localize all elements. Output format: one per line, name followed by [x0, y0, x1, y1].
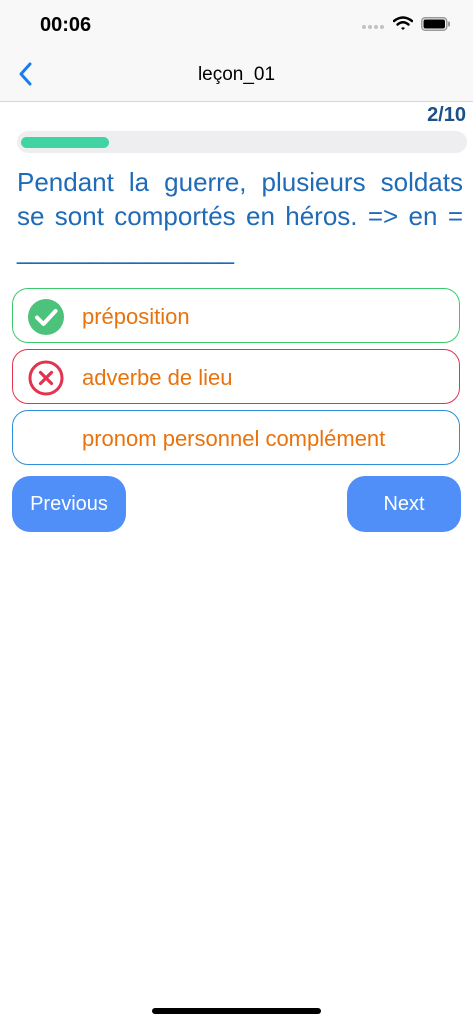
answer-label: adverbe de lieu	[82, 365, 233, 390]
status-time: 00:06	[40, 14, 92, 36]
question-counter: 2/10	[427, 104, 466, 126]
status-bar: 00:06	[0, 0, 473, 50]
wifi-icon	[392, 16, 414, 36]
page-title: leçon_01	[197, 64, 276, 85]
check-circle-icon	[28, 299, 64, 335]
battery-icon	[421, 16, 451, 36]
answer-label: pronom personnel complément	[82, 426, 386, 451]
answer-label: préposition	[82, 304, 190, 329]
previous-button[interactable]: Previous	[12, 476, 126, 532]
cellular-signal-icon	[361, 17, 385, 35]
progress-bar	[17, 131, 467, 153]
answer-option[interactable]: adverbe de lieu	[12, 349, 460, 404]
status-icons	[361, 16, 451, 36]
answer-option[interactable]: pronom personnel complément	[12, 410, 460, 465]
question-text: Pendant la guerre, plusieurs soldats se …	[17, 167, 463, 265]
answer-option[interactable]: préposition	[12, 288, 460, 343]
next-button[interactable]: Next	[347, 476, 461, 532]
navigation-bar: leçon_01	[0, 50, 473, 102]
x-circle-icon	[28, 360, 64, 396]
progress-bar-fill	[21, 137, 109, 148]
home-indicator[interactable]	[152, 1008, 321, 1014]
